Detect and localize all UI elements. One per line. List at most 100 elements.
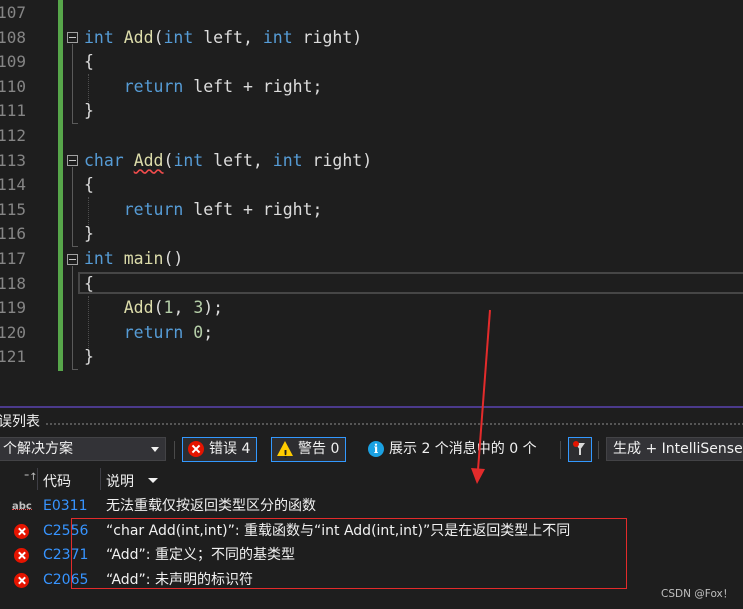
code-line[interactable]: { [84, 50, 94, 75]
column-separator[interactable] [37, 468, 38, 490]
code-token: left, [193, 27, 263, 47]
code-line[interactable]: } [84, 222, 94, 247]
code-token: int [84, 249, 114, 268]
error-icon [188, 441, 204, 457]
code-line[interactable]: { [84, 173, 94, 198]
toolbar-separator [598, 441, 599, 459]
code-token: right) [302, 150, 373, 170]
warning-icon [277, 441, 293, 466]
line-number: 116 [0, 224, 26, 244]
sort-indicator-icon[interactable]: ⁼↑ [24, 472, 38, 483]
code-token: ( [153, 27, 164, 47]
error-icon [14, 548, 29, 563]
code-token: () [163, 249, 184, 268]
code-token: 1 [163, 298, 174, 318]
code-token: char [84, 150, 124, 170]
line-number: 115 [0, 199, 26, 219]
collapse-icon[interactable] [67, 254, 78, 265]
warnings-filter-button[interactable]: 警告 0 [271, 437, 347, 466]
code-token: } [84, 347, 94, 367]
change-tracking-bar [58, 0, 63, 371]
code-column-header[interactable]: 代码 [43, 471, 71, 491]
code-token: left + right; [183, 76, 323, 96]
code-token: ( [153, 298, 164, 318]
outline-guide [72, 246, 78, 247]
line-number: 113 [0, 150, 26, 170]
code-token: int [272, 150, 303, 170]
collapse-icon[interactable] [67, 32, 78, 43]
error-list-toolbar: 个解决方案 错误 4 警告 0 i 展示 2 个消息中的 0 个 生成 + In… [0, 434, 743, 466]
code-line[interactable]: } [84, 99, 94, 124]
line-number: 109 [0, 52, 26, 72]
code-token: Add [133, 150, 164, 170]
scope-label: 个解决方案 [3, 441, 73, 457]
code-token: return [123, 76, 184, 96]
code-token: return [123, 199, 184, 219]
filter-icon-stem [579, 449, 581, 455]
code-line[interactable]: { [84, 272, 94, 297]
code-line[interactable]: return left + right; [84, 75, 323, 100]
code-line[interactable]: } [84, 345, 94, 370]
outline-guide [72, 123, 78, 124]
code-editor[interactable]: 107 108 109 110 111 112 113 114 115 116 117 118 119 1… [0, 0, 743, 406]
line-number: 117 [0, 249, 26, 268]
clear-filter-button[interactable] [568, 437, 592, 462]
toolbar-separator [174, 441, 175, 459]
outline-guide [72, 167, 73, 247]
code-token: 0 [193, 322, 204, 342]
code-line[interactable]: return left + right; [84, 198, 323, 223]
code-token: { [84, 273, 94, 293]
outline-guide [72, 44, 73, 124]
error-row[interactable]: abc E0311 无法重载仅按返回类型区分的函数 [0, 494, 743, 519]
scope-dropdown[interactable]: 个解决方案 [0, 437, 166, 461]
build-source-label: 生成 + IntelliSense [613, 441, 743, 457]
line-number: 121 [0, 347, 26, 367]
code-token: int [173, 150, 204, 170]
code-token: } [84, 224, 94, 244]
errors-filter-label: 错误 4 [209, 441, 251, 457]
errors-filter-button[interactable]: 错误 4 [182, 437, 258, 462]
line-number: 108 [0, 27, 26, 47]
description-column-header[interactable]: 说明 [106, 471, 134, 491]
chevron-down-icon [151, 447, 159, 452]
error-icon [14, 572, 29, 588]
column-separator[interactable] [100, 468, 101, 490]
code-token: left + right; [183, 199, 323, 219]
code-token: , [173, 298, 194, 318]
error-icon [14, 523, 29, 539]
build-source-dropdown[interactable]: 生成 + IntelliSense [606, 437, 743, 461]
code-token: ; [203, 322, 214, 342]
line-number: 118 [0, 273, 26, 293]
line-number: 110 [0, 76, 26, 96]
watermark: CSDN @Fox！ [661, 588, 734, 600]
annotation-highlight-box [71, 518, 627, 589]
line-number: 114 [0, 175, 26, 195]
code-token: } [84, 101, 94, 121]
warnings-filter-label: 警告 0 [298, 441, 340, 457]
error-code-link[interactable]: E0311 [43, 494, 87, 519]
info-icon: i [368, 441, 384, 457]
toolbar-separator [560, 441, 561, 459]
current-line-highlight [78, 272, 743, 294]
code-token: ); [203, 298, 224, 318]
messages-filter-button[interactable]: i 展示 2 个消息中的 0 个 [363, 437, 537, 462]
collapse-icon[interactable] [67, 155, 78, 166]
code-line[interactable]: char Add(int left, int right) [84, 149, 372, 174]
code-line[interactable]: return 0; [84, 321, 213, 346]
title-drag-grip[interactable] [45, 422, 743, 426]
code-token: main [123, 249, 164, 268]
code-line[interactable]: Add(1, 3); [84, 296, 223, 321]
code-line[interactable]: int main() [84, 247, 183, 272]
code-line[interactable]: int Add(int left, int right) [84, 26, 362, 51]
code-token: right) [292, 27, 363, 47]
filter-active-dot [573, 441, 579, 447]
code-token: { [84, 52, 94, 72]
chevron-down-icon[interactable] [148, 478, 158, 483]
